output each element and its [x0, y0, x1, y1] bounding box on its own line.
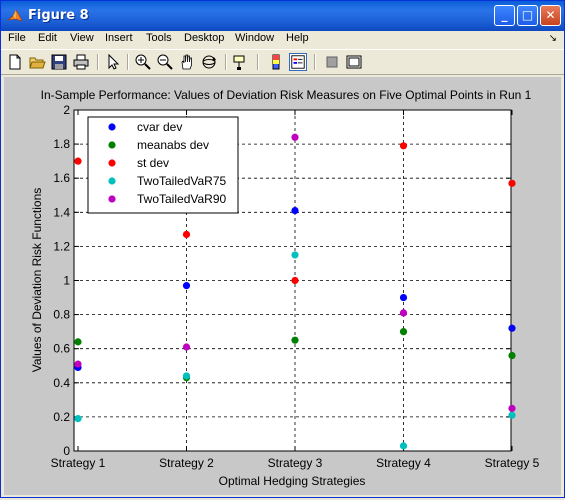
x-tick-label: Strategy 1: [51, 456, 106, 470]
data-point-st-dev: [399, 142, 408, 150]
toolbar-separator: [257, 54, 259, 70]
data-point-twotailedvar90: [74, 360, 82, 368]
y-tick-label: 1.2: [53, 239, 70, 253]
rotate-3d-icon[interactable]: [200, 53, 218, 71]
scatter-plot[interactable]: In-Sample Performance: Values of Deviati…: [4, 77, 561, 495]
data-point-twotailedvar90: [291, 133, 299, 141]
edit-plot-icon[interactable]: [104, 53, 122, 71]
menu-edit[interactable]: Edit: [38, 32, 57, 44]
data-cursor-icon[interactable]: [232, 53, 250, 71]
hide-plot-tools-icon[interactable]: [323, 53, 341, 71]
insert-legend-icon[interactable]: [289, 53, 307, 71]
legend-label: cvar dev: [137, 120, 182, 134]
data-point-twotailedvar90: [399, 309, 408, 317]
y-tick-label: 2: [63, 103, 70, 117]
data-point-cvar-dev: [182, 282, 191, 290]
legend[interactable]: cvar dev meanabs dev st dev TwoTailedVaR75 T…: [87, 116, 239, 214]
menu-window[interactable]: Window: [235, 32, 274, 44]
maximize-button[interactable]: □: [517, 5, 538, 26]
y-tick-label: 1: [63, 274, 70, 288]
legend-marker: [108, 159, 116, 167]
pan-icon[interactable]: [178, 53, 196, 71]
data-point-st-dev: [291, 276, 299, 285]
window-title: Figure 8: [28, 8, 89, 23]
menu-tools[interactable]: Tools: [146, 32, 172, 44]
y-tick-label: 0.6: [53, 342, 70, 356]
save-icon[interactable]: [50, 53, 68, 71]
matlab-logo-icon: [7, 9, 23, 22]
toolbar-separator: [225, 54, 227, 70]
legend-marker: [108, 141, 116, 149]
dock-arrow-icon[interactable]: ↘: [549, 33, 557, 44]
data-point-cvar-dev: [508, 324, 516, 332]
data-point-meanabs-dev: [291, 336, 299, 344]
figure-window: Figure 8 _ □ ✕ File Edit View Insert Too…: [0, 0, 565, 498]
x-axis-label: Optimal Hedging Strategies: [219, 474, 366, 488]
data-point-twotailedvar75: [508, 411, 516, 419]
zoom-in-icon[interactable]: [134, 53, 152, 71]
data-point-twotailedvar90: [508, 404, 516, 412]
x-tick-label: Strategy 3: [268, 456, 323, 470]
y-axis-label: Values of Deviation Risk Functions: [30, 188, 44, 373]
legend-marker: [108, 195, 116, 203]
data-point-meanabs-dev: [508, 351, 516, 360]
y-tick-label: 0.2: [53, 410, 70, 424]
data-point-meanabs-dev: [399, 328, 408, 336]
toolbar-separator: [127, 54, 129, 70]
y-tick-label: 0.4: [53, 376, 70, 390]
legend-label: st dev: [137, 156, 169, 170]
data-point-twotailedvar90: [182, 343, 191, 351]
menu-desktop[interactable]: Desktop: [184, 32, 224, 44]
show-plot-tools-icon[interactable]: [345, 53, 363, 71]
menu-file[interactable]: File: [8, 32, 26, 44]
open-file-icon[interactable]: [28, 53, 46, 71]
legend-label: meanabs dev: [137, 138, 209, 152]
data-point-cvar-dev: [291, 206, 299, 215]
legend-label: TwoTailedVaR75: [137, 174, 226, 188]
x-tick-label: Strategy 5: [485, 456, 540, 470]
toolbar-separator: [97, 54, 99, 70]
y-tick-label: 1.8: [53, 137, 70, 151]
legend-label: TwoTailedVaR90: [137, 192, 226, 206]
x-tick-label: Strategy 2: [159, 456, 214, 470]
menu-bar: File Edit View Insert Tools Desktop Wind…: [1, 31, 564, 49]
new-figure-icon[interactable]: [6, 53, 24, 71]
legend-marker: [108, 123, 116, 131]
x-tick-label: Strategy 4: [376, 456, 431, 470]
menu-help[interactable]: Help: [286, 32, 309, 44]
zoom-out-icon[interactable]: [156, 53, 174, 71]
data-point-st-dev: [74, 157, 82, 165]
data-point-st-dev: [182, 230, 191, 239]
y-tick-label: 1.6: [53, 171, 70, 185]
data-point-twotailedvar75: [182, 372, 191, 380]
legend-marker: [108, 177, 116, 185]
title-bar[interactable]: Figure 8 _ □ ✕: [1, 1, 564, 31]
insert-colorbar-icon[interactable]: [267, 53, 285, 71]
data-point-twotailedvar75: [74, 415, 82, 423]
data-point-twotailedvar75: [399, 442, 408, 450]
data-point-st-dev: [508, 179, 516, 187]
toolbar-separator: [314, 54, 316, 70]
data-point-meanabs-dev: [74, 338, 82, 346]
toolbar: [1, 49, 564, 75]
y-tick-label: 1.4: [53, 205, 70, 219]
menu-view[interactable]: View: [70, 32, 94, 44]
data-point-twotailedvar75: [291, 251, 299, 259]
y-tick-label: 0.8: [53, 308, 70, 322]
chart-title: In-Sample Performance: Values of Deviati…: [41, 88, 532, 102]
figure-canvas: In-Sample Performance: Values of Deviati…: [4, 77, 561, 495]
data-point-cvar-dev: [399, 293, 408, 302]
print-icon[interactable]: [72, 53, 90, 71]
minimize-button[interactable]: _: [494, 5, 515, 26]
close-button[interactable]: ✕: [540, 5, 561, 26]
menu-insert[interactable]: Insert: [105, 32, 133, 44]
